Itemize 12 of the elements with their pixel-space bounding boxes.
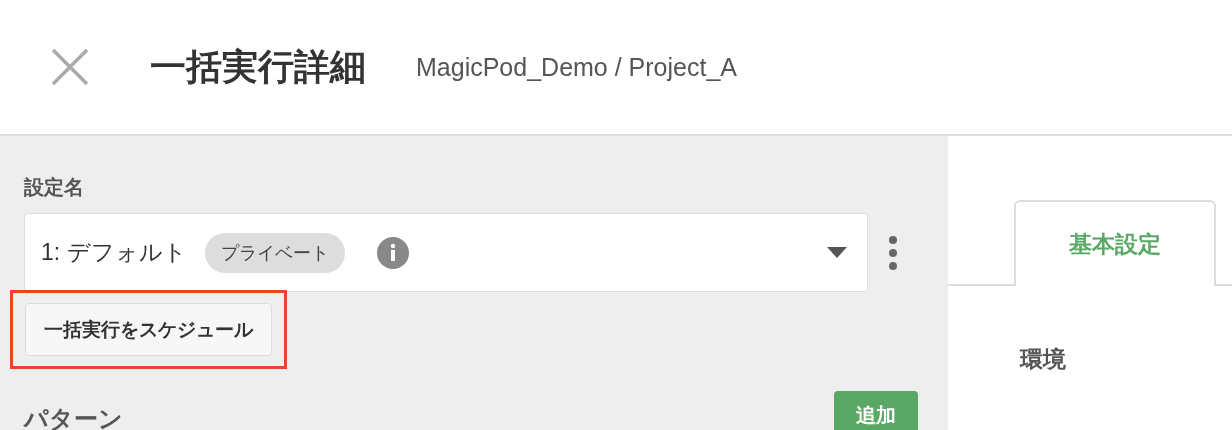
info-icon[interactable] (376, 236, 409, 269)
page-title: 一括実行詳細 (150, 44, 366, 89)
caret-icon (827, 247, 847, 258)
setting-select[interactable]: 1: デフォルト プライベート (24, 213, 868, 292)
breadcrumb: MagicPod_Demo / Project_A (416, 52, 737, 82)
private-badge: プライベート (204, 232, 345, 273)
environment-label: 環境 (1020, 345, 1067, 374)
selected-setting: 1: デフォルト (41, 238, 187, 267)
schedule-button[interactable]: 一括実行をスケジュール (25, 303, 272, 356)
setting-name-label: 設定名 (24, 175, 85, 200)
more-icon[interactable] (888, 234, 898, 271)
close-icon[interactable] (50, 47, 90, 87)
